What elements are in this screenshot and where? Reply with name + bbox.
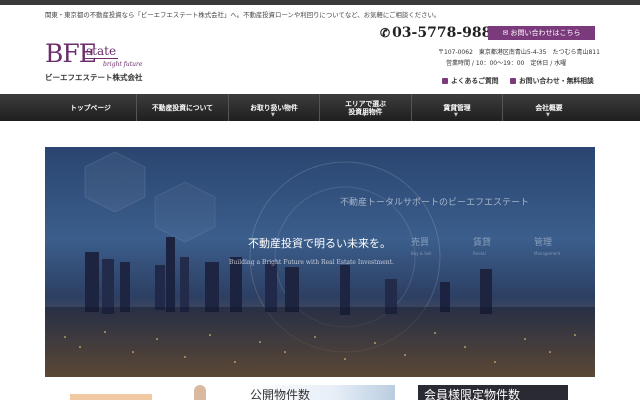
phone-text: 03-5778-9888	[392, 25, 502, 41]
chevron-down-icon: ▼	[362, 112, 367, 118]
contact-button[interactable]: ✉ お問い合わせはこちら	[488, 26, 595, 40]
company-name: ビーエフエステート株式会社	[45, 73, 143, 82]
mail-icon: ✉	[502, 29, 509, 37]
logo-estate: state	[84, 44, 119, 59]
consult-link[interactable]: お問い合わせ・無料相談	[510, 75, 594, 85]
consult-bullet-icon	[510, 78, 516, 84]
top-bar	[0, 0, 640, 5]
faq-link[interactable]: よくあるご質問	[442, 75, 499, 85]
nav-label: 不動産投資について	[152, 103, 213, 112]
chevron-down-icon: ▼	[271, 112, 275, 118]
staff-photo	[190, 385, 210, 400]
hero-word-management-sub: Management	[534, 251, 561, 256]
address: 〒107-0062 東京都港区南青山5-4-35 たつむら青山811	[438, 49, 600, 56]
nav-item-properties[interactable]: お取り扱い物件 ▼	[229, 94, 320, 121]
hero-word-rental-sub: Rental	[473, 251, 486, 256]
hero-banner: 不動産トータルサポートのビーエフエステート 不動産投資で明るい未来を。 Buil…	[45, 147, 595, 377]
consult-label: お問い合わせ・無料相談	[519, 77, 594, 85]
contact-label: お問い合わせはこちら	[510, 29, 581, 37]
hero-word-rental: 賃貸	[473, 238, 492, 248]
member-listings-tile[interactable]: 会員様限定物件数	[418, 385, 568, 400]
hero-subtitle: 不動産トータルサポートのビーエフエステート	[340, 198, 530, 208]
nav-item-about-investment[interactable]: 不動産投資について	[137, 94, 229, 121]
logo-tagline: bright future	[103, 61, 143, 68]
hero-headline: 不動産投資で明るい未来を。	[248, 237, 391, 250]
logo[interactable]: BFE state bright future ビーエフエステート株式会社	[45, 40, 145, 83]
main-nav: トップページ 不動産投資について お取り扱い物件 ▼ エリアで選ぶ 投資用物件 ▼…	[0, 94, 640, 121]
chevron-down-icon: ▼	[546, 112, 550, 118]
nav-item-area[interactable]: エリアで選ぶ 投資用物件 ▼	[320, 94, 412, 121]
faq-label: よくあるご質問	[451, 77, 499, 85]
faq-bullet-icon	[442, 78, 448, 84]
site-intro-text: 関東・東京都の不動産投資なら「ビーエフエステート株式会社」へ。不動産投資ローンや…	[45, 11, 441, 19]
hero-word-buy: 売買	[411, 238, 430, 248]
nav-item-company[interactable]: 会社概要 ▼	[503, 94, 595, 121]
chevron-down-icon: ▼	[454, 112, 458, 118]
business-hours: 営業時間 / 10：00〜19：00 定休日 / 水曜	[446, 60, 567, 67]
banner-tile-1-graphic	[70, 394, 152, 400]
public-listings-tile[interactable]: 公開物件数	[245, 385, 395, 400]
nav-item-top[interactable]: トップページ	[45, 94, 137, 121]
hero-word-management: 管理	[534, 238, 553, 248]
banner-tile-1[interactable]	[70, 385, 165, 400]
nav-label-line1: エリアで選ぶ	[345, 99, 386, 108]
nav-label: トップページ	[70, 103, 111, 112]
staff-photo-graphic	[194, 385, 206, 400]
hero-english: Building a Bright Future with Real Estat…	[229, 259, 394, 266]
phone-icon: ✆	[380, 26, 391, 40]
member-listings-label: 会員様限定物件数	[424, 388, 521, 400]
nav-item-rental[interactable]: 賃貸管理 ▼	[412, 94, 503, 121]
hero-word-buy-sub: Buy & Sell	[411, 251, 432, 256]
phone-number[interactable]: ✆ 03-5778-9888	[380, 25, 501, 41]
public-listings-label: 公開物件数	[250, 388, 311, 400]
